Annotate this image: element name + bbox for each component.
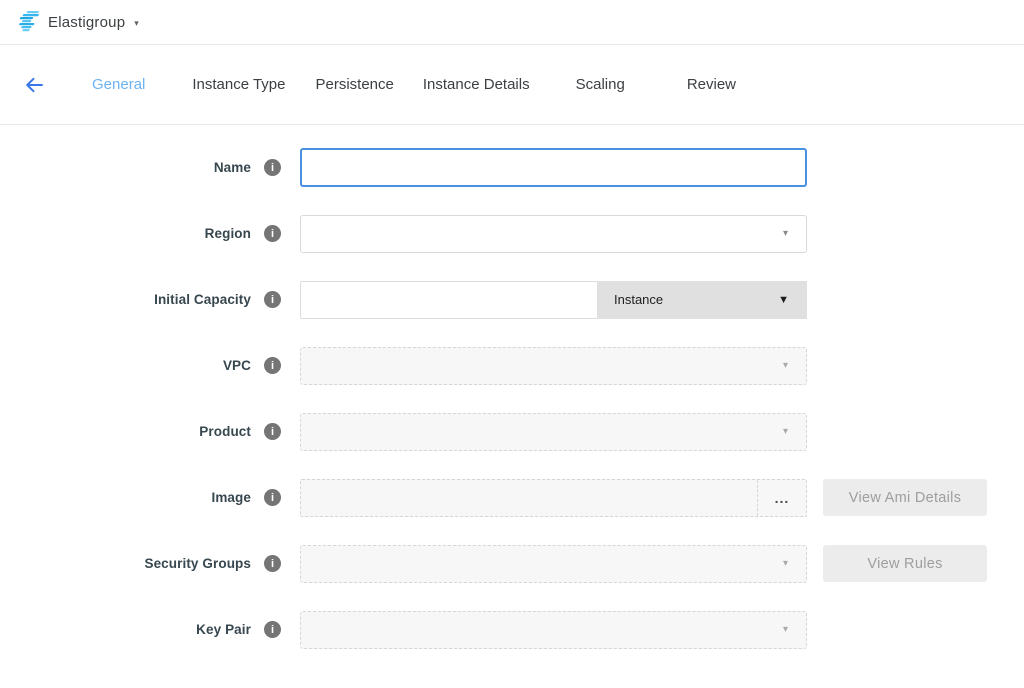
capacity-unit-selected-value: Instance — [614, 292, 778, 307]
general-settings-form: Name i Region i ▾ Initial Capacity i Ins — [0, 125, 1024, 649]
region-info-icon[interactable]: i — [264, 225, 281, 242]
elastigroup-logo-icon — [14, 11, 40, 33]
region-select[interactable]: ▾ — [300, 215, 807, 253]
image-label: Image — [211, 490, 251, 505]
vpc-info-icon[interactable]: i — [264, 357, 281, 374]
initial-capacity-info-icon[interactable]: i — [264, 291, 281, 308]
security-groups-row: Security Groups i ▾ View Rules — [0, 544, 1024, 583]
tab-general[interactable]: General — [92, 76, 145, 93]
image-input — [301, 480, 759, 516]
tab-review[interactable]: Review — [687, 76, 736, 93]
vpc-select: ▾ — [300, 347, 807, 385]
initial-capacity-label: Initial Capacity — [154, 292, 251, 307]
app-switcher[interactable]: Elastigroup ▾ — [48, 14, 139, 31]
security-groups-caret-icon: ▾ — [783, 558, 788, 569]
view-rules-button[interactable]: View Rules — [823, 545, 987, 582]
product-info-icon[interactable]: i — [264, 423, 281, 440]
top-bar: Elastigroup ▾ — [0, 0, 1024, 45]
product-row: Product i ▾ — [0, 412, 1024, 451]
tab-scaling[interactable]: Scaling — [576, 76, 625, 93]
capacity-unit-caret-icon: ▼ — [778, 294, 789, 306]
wizard-tab-bar: General Instance Type Persistence Instan… — [0, 45, 1024, 125]
key-pair-select: ▾ — [300, 611, 807, 649]
region-label: Region — [205, 226, 251, 241]
image-info-icon[interactable]: i — [264, 489, 281, 506]
app-switcher-caret-icon: ▾ — [134, 18, 139, 29]
security-groups-label: Security Groups — [144, 556, 251, 571]
name-info-icon[interactable]: i — [264, 159, 281, 176]
name-row: Name i — [0, 148, 1024, 187]
security-groups-select: ▾ — [300, 545, 807, 583]
tab-instance-details[interactable]: Instance Details — [423, 76, 530, 93]
name-input[interactable] — [300, 148, 807, 187]
capacity-unit-select[interactable]: Instance ▼ — [597, 281, 807, 319]
initial-capacity-row: Initial Capacity i Instance ▼ — [0, 280, 1024, 319]
key-pair-info-icon[interactable]: i — [264, 621, 281, 638]
image-row: Image i ... View Ami Details — [0, 478, 1024, 517]
image-field: ... — [300, 479, 807, 517]
key-pair-row: Key Pair i ▾ — [0, 610, 1024, 649]
initial-capacity-input[interactable] — [300, 281, 597, 319]
tab-persistence[interactable]: Persistence — [316, 76, 394, 93]
region-row: Region i ▾ — [0, 214, 1024, 253]
image-browse-button[interactable]: ... — [757, 480, 806, 516]
key-pair-label: Key Pair — [196, 622, 251, 637]
tab-instance-type[interactable]: Instance Type — [192, 76, 285, 93]
product-select: ▾ — [300, 413, 807, 451]
arrow-back-icon — [24, 75, 44, 95]
app-title: Elastigroup — [48, 14, 125, 31]
view-ami-details-button[interactable]: View Ami Details — [823, 479, 987, 516]
vpc-caret-icon: ▾ — [783, 360, 788, 371]
name-label: Name — [214, 160, 251, 175]
product-caret-icon: ▾ — [783, 426, 788, 437]
vpc-row: VPC i ▾ — [0, 346, 1024, 385]
product-label: Product — [199, 424, 251, 439]
key-pair-caret-icon: ▾ — [783, 624, 788, 635]
security-groups-info-icon[interactable]: i — [264, 555, 281, 572]
back-button[interactable] — [22, 73, 46, 97]
region-caret-icon: ▾ — [783, 228, 788, 239]
vpc-label: VPC — [223, 358, 251, 373]
